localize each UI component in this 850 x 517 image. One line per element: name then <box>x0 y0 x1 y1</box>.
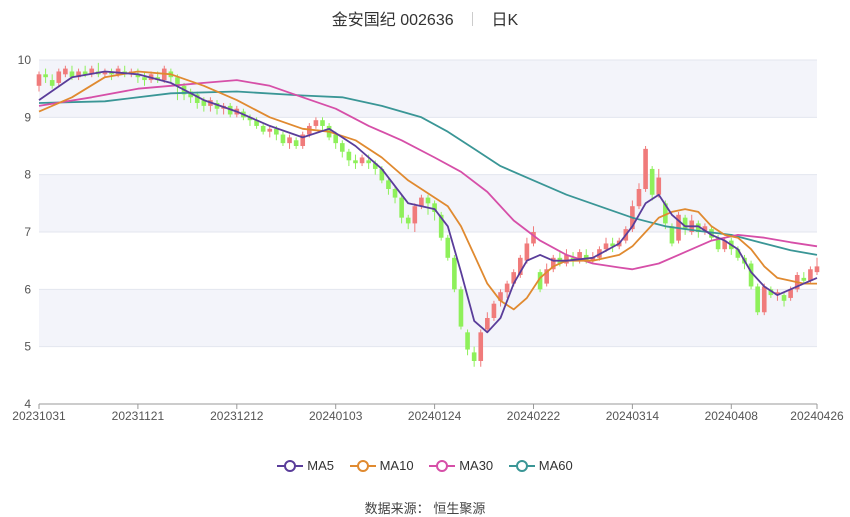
candle-body <box>491 303 497 318</box>
candle-body <box>755 286 760 313</box>
candle-body <box>339 143 345 152</box>
candle-body <box>458 289 464 327</box>
y-tick-label: 8 <box>24 168 31 182</box>
legend-label-ma30: MA30 <box>459 458 494 473</box>
candle-body <box>412 206 418 224</box>
candle-body <box>333 134 339 144</box>
candle-body <box>636 189 642 207</box>
ma60-legend-icon <box>508 459 535 472</box>
candle-body <box>267 128 273 132</box>
candle-body <box>682 217 688 230</box>
candle-body <box>399 197 404 218</box>
candle-body <box>485 318 490 330</box>
ma30-legend-icon <box>429 459 456 472</box>
candle-body <box>405 217 411 224</box>
grid-band <box>39 289 817 347</box>
legend: MA5 MA10 MA30 MA60 <box>0 458 850 476</box>
legend-item-ma60[interactable]: MA60 <box>508 458 573 473</box>
candle-body <box>366 160 371 164</box>
x-tick-label: 20231121 <box>112 409 165 423</box>
y-tick-label: 5 <box>24 340 31 354</box>
kline-chart: 45678910 20231031 20231121 20231212 2024010… <box>12 53 844 423</box>
candle-body <box>260 125 266 132</box>
x-tick-label: 20240124 <box>408 409 462 423</box>
candle-body <box>425 197 431 204</box>
legend-item-ma30[interactable]: MA30 <box>429 458 493 473</box>
candle-body <box>320 120 325 126</box>
source-name: 恒生聚源 <box>433 501 486 516</box>
candle-body <box>359 157 365 164</box>
candle-body <box>56 71 62 83</box>
candle-body <box>445 237 451 258</box>
y-tick-label: 7 <box>24 225 31 239</box>
legend-label-ma10: MA10 <box>379 458 414 473</box>
x-tick-label: 20231212 <box>210 409 264 423</box>
candle-body <box>781 295 787 301</box>
x-tick-label: 20240314 <box>606 409 660 423</box>
legend-label-ma5: MA5 <box>307 458 334 473</box>
y-tick-label: 6 <box>24 282 31 296</box>
legend-item-ma5[interactable]: MA5 <box>277 458 334 473</box>
legend-item-ma10[interactable]: MA10 <box>349 458 414 473</box>
candle-body <box>36 74 42 86</box>
candle-body <box>293 140 299 146</box>
x-tick-label: 20240426 <box>790 409 844 423</box>
y-tick-label: 9 <box>24 110 31 124</box>
x-axis-ticks: 20231031 20231121 20231212 20240103 20240124… <box>12 404 844 423</box>
candle-body <box>801 277 807 281</box>
candle-body <box>656 177 662 195</box>
candle-body <box>669 226 675 244</box>
grid-band <box>39 60 817 118</box>
ma10-legend-icon <box>349 459 376 472</box>
x-tick-label: 20240408 <box>705 409 759 423</box>
candle-body <box>142 77 147 81</box>
candle-body <box>49 80 55 86</box>
candle-body <box>478 332 484 361</box>
candle-body <box>465 332 470 350</box>
candle-body <box>353 160 358 164</box>
candle-body <box>649 168 655 195</box>
candle-body <box>419 197 424 207</box>
x-tick-label: 20240222 <box>507 409 561 423</box>
candle-body <box>471 352 477 361</box>
candle-body <box>643 148 648 189</box>
candle-body <box>504 283 510 293</box>
candle-body <box>63 68 68 75</box>
x-tick-label: 20231031 <box>12 409 66 423</box>
candle-body <box>43 74 48 78</box>
candle-body <box>313 120 319 126</box>
candle-body <box>452 257 457 290</box>
data-source: 数据来源： 恒生聚源 <box>0 498 850 517</box>
candle-body <box>392 189 398 198</box>
candle-body <box>287 137 292 144</box>
candle-body <box>386 180 391 189</box>
candle-body <box>524 243 530 261</box>
candle-body <box>603 243 609 250</box>
y-axis-ticks: 45678910 <box>18 53 32 411</box>
y-tick-label: 10 <box>18 53 32 67</box>
x-tick-label: 20240103 <box>309 409 363 423</box>
source-label: 数据来源： <box>364 501 430 516</box>
candle-body <box>280 134 286 144</box>
candle-body <box>761 286 767 313</box>
legend-label-ma60: MA60 <box>538 458 573 473</box>
candle-body <box>808 269 813 281</box>
candle-body <box>346 151 352 161</box>
candle-body <box>814 266 820 273</box>
ma5-legend-icon <box>277 459 304 472</box>
